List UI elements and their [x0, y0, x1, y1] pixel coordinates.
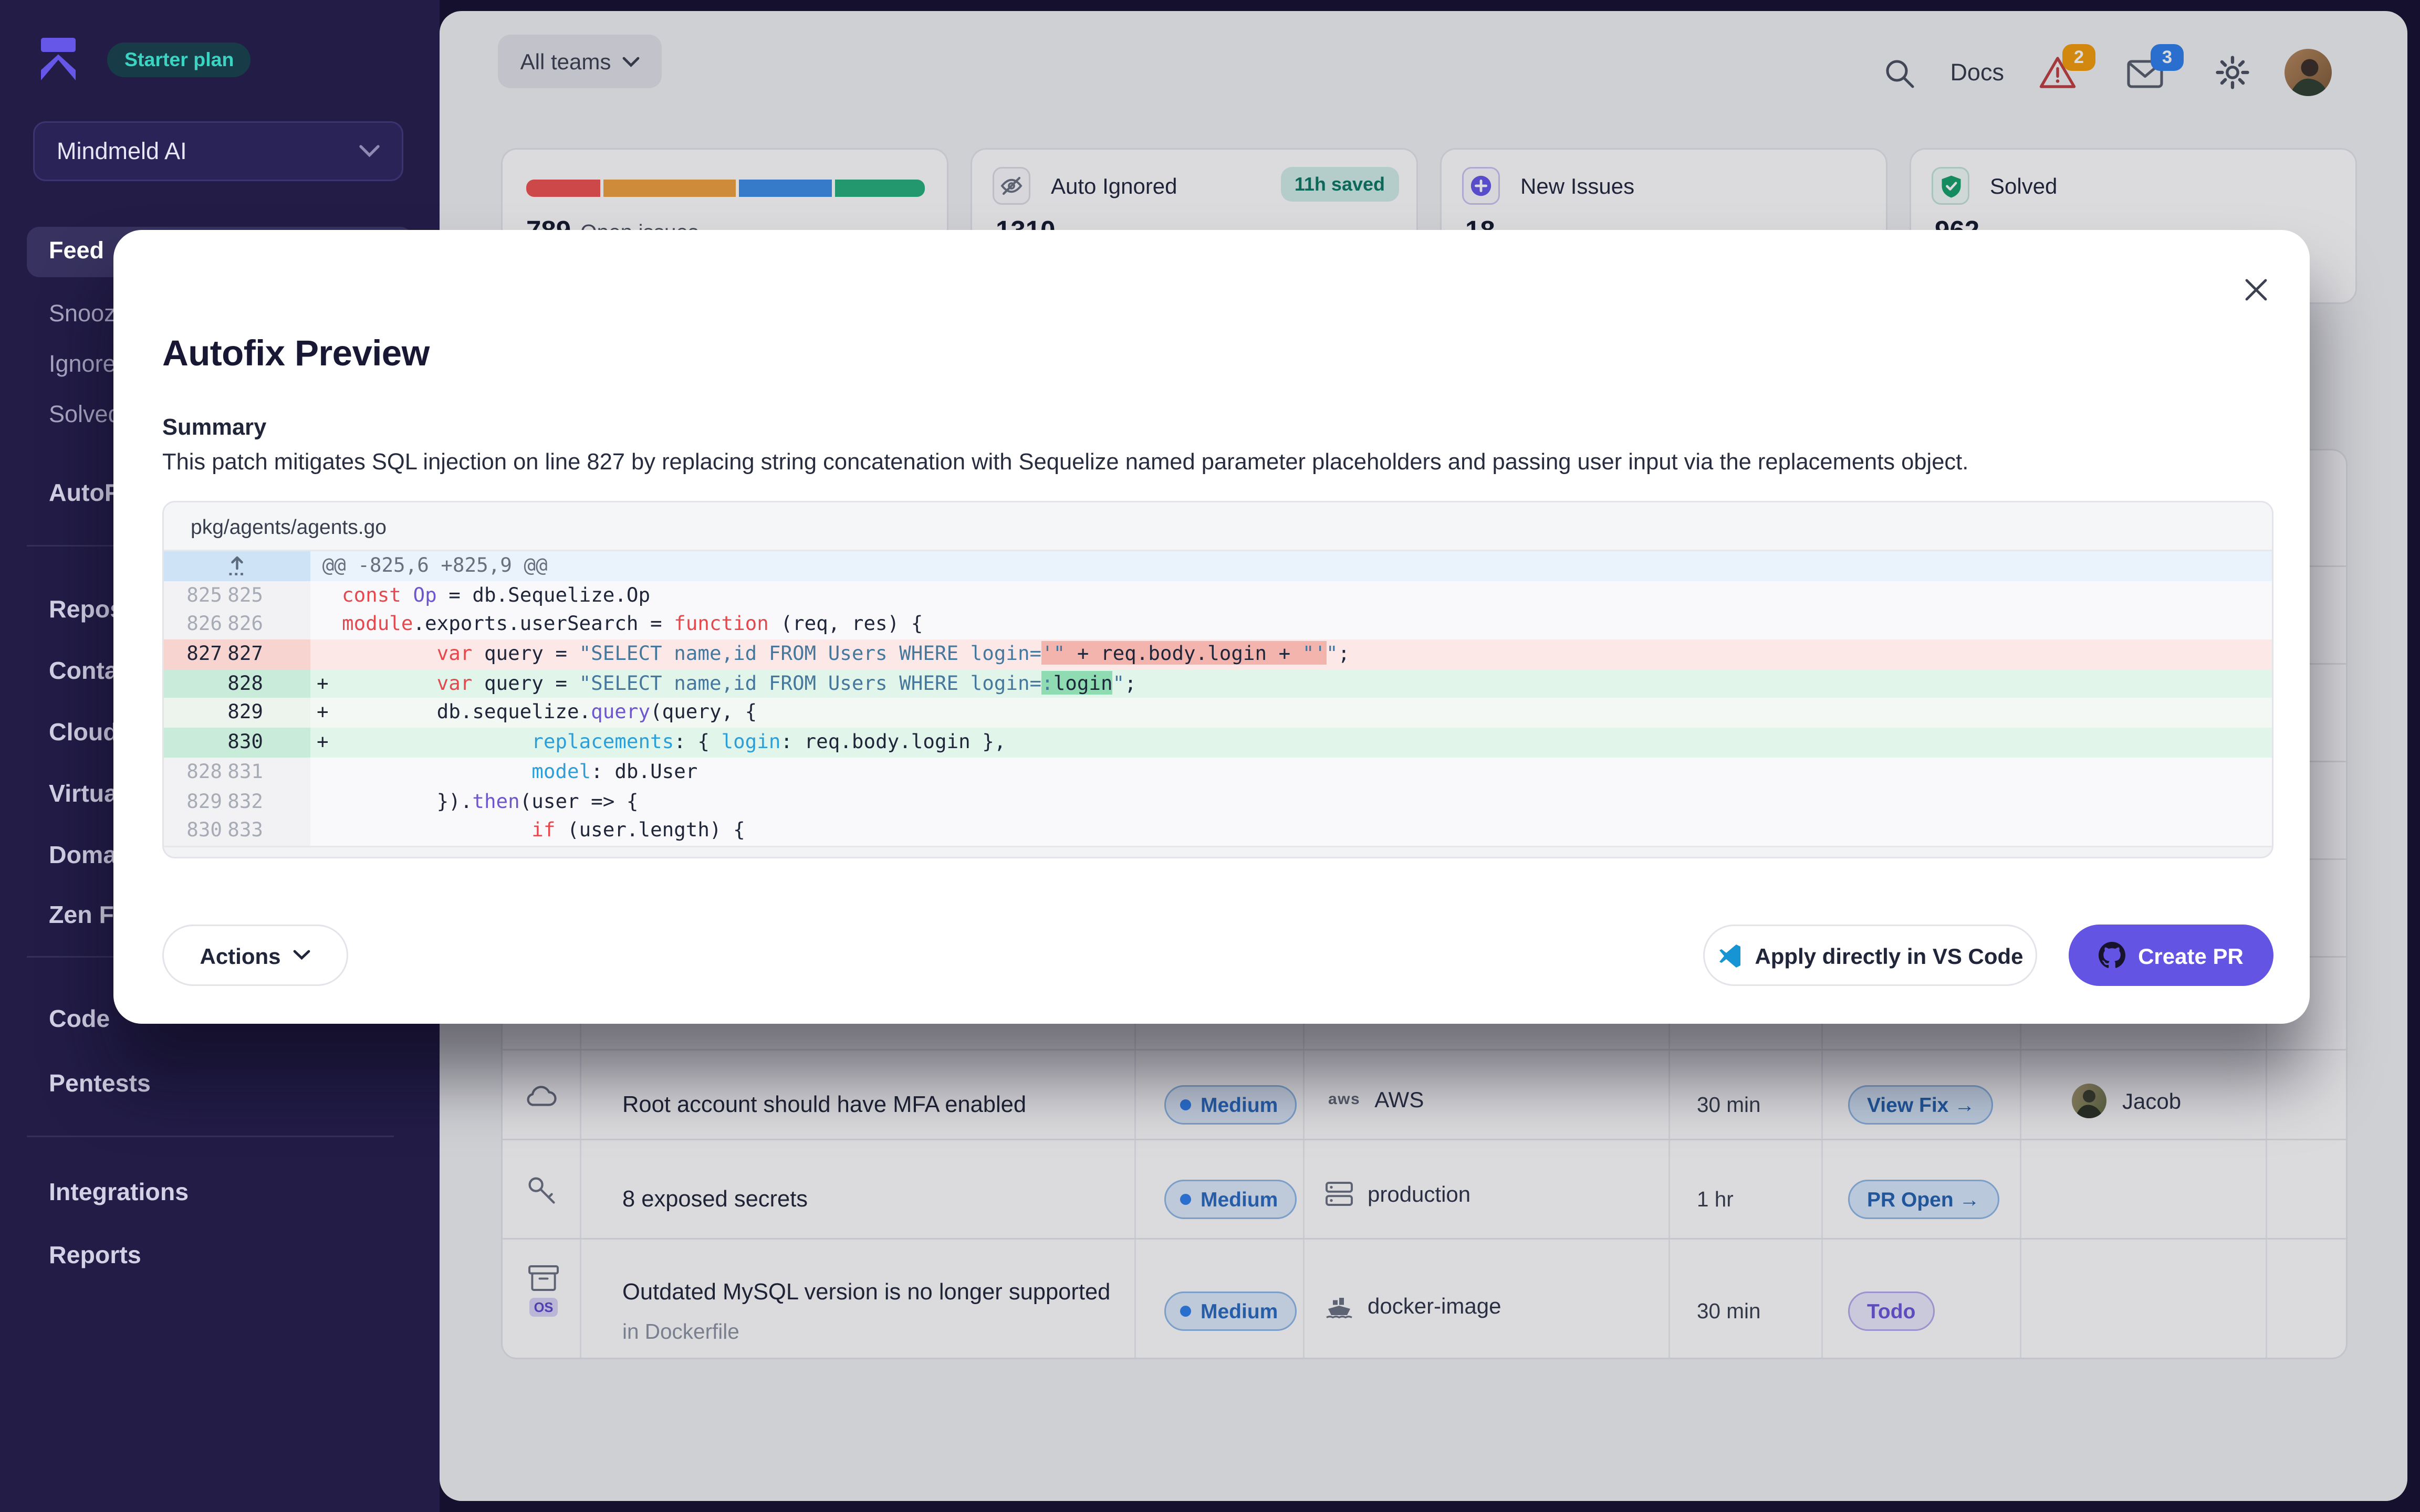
plan-badge: Starter plan: [107, 43, 251, 77]
new-issues-label: New Issues: [1520, 173, 1634, 198]
fix-time: 1 hr: [1697, 1188, 1734, 1211]
diff-line: 829832 }).then(user => {: [164, 787, 2272, 816]
alerts-button[interactable]: 2: [2039, 49, 2092, 96]
sidebar-item-integrations[interactable]: Integrations: [49, 1180, 189, 1208]
diff-line: 828+ var query = "SELECT name,id FROM Us…: [164, 669, 2272, 698]
gear-icon[interactable]: [2215, 55, 2250, 90]
sidebar-item-cloud[interactable]: Cloud: [49, 720, 118, 748]
solved-label: Solved: [1990, 173, 2057, 198]
assignee-cell: Jacob: [2072, 1084, 2181, 1118]
severity-badge: Medium: [1164, 1292, 1297, 1331]
screen: Starter plan Mindmeld AI FeedSnoozedIgno…: [0, 0, 2420, 1512]
github-icon: [2099, 942, 2125, 969]
summary-text: This patch mitigates SQL injection on li…: [162, 450, 2258, 476]
diff-line: 830+ replacements: { login: req.body.log…: [164, 728, 2272, 757]
assignee-avatar: [2072, 1084, 2106, 1118]
target-cell: docker-image: [1325, 1293, 1501, 1318]
diff-scrollbar-track[interactable]: [164, 846, 2272, 858]
autofix-preview-modal: Autofix Preview Summary This patch mitig…: [113, 230, 2310, 1024]
summary-heading: Summary: [162, 416, 266, 441]
team-filter-dropdown[interactable]: All teams: [498, 35, 662, 88]
diff-hunk-header: @@ -825,6 +825,9 @@: [164, 551, 2272, 581]
severity-badge: Medium: [1164, 1085, 1297, 1125]
diff-line: 825825const Op = db.Sequelize.Op: [164, 581, 2272, 610]
key-icon: [526, 1175, 558, 1206]
actions-label: Actions: [200, 943, 280, 968]
aws-icon: aws: [1328, 1091, 1360, 1108]
modal-title: Autofix Preview: [162, 332, 430, 375]
apply-vscode-button[interactable]: Apply directly in VS Code: [1703, 925, 2037, 986]
chevron-down-icon: [622, 56, 639, 67]
inbox-button[interactable]: 3: [2127, 49, 2181, 96]
view-fix-button[interactable]: View Fix →: [1848, 1085, 1994, 1125]
os-chip: OS: [529, 1298, 558, 1317]
target-cell: production: [1325, 1181, 1470, 1206]
severity-segment: [526, 180, 600, 197]
sidebar-divider: [27, 1136, 394, 1137]
fix-time: 30 min: [1697, 1299, 1761, 1323]
diff-lines: @@ -825,6 +825,9 @@825825const Op = db.S…: [164, 551, 2272, 846]
target-cell: aws AWS: [1328, 1087, 1424, 1112]
sidebar-item-reports[interactable]: Reports: [49, 1243, 141, 1271]
ship-icon: [1325, 1294, 1353, 1318]
file-name: pkg/agents/agents.go: [164, 502, 2272, 551]
inbox-count-badge: 3: [2151, 44, 2184, 71]
team-filter-label: All teams: [520, 49, 611, 74]
expand-diff-icon[interactable]: [227, 555, 247, 577]
eye-off-icon: [993, 167, 1030, 205]
app-logo-icon[interactable]: [41, 38, 76, 80]
topbar-actions: Docs 2 3: [1882, 38, 2332, 107]
severity-segment: [739, 180, 832, 197]
close-icon[interactable]: [2244, 277, 2269, 302]
sidebar-item-pentests[interactable]: Pentests: [49, 1071, 151, 1099]
auto-ignored-label: Auto Ignored: [1051, 173, 1177, 198]
issue-title: Root account should have MFA enabled: [622, 1093, 1026, 1118]
user-avatar[interactable]: [2285, 49, 2332, 96]
apply-vscode-label: Apply directly in VS Code: [1755, 943, 2023, 968]
sidebar-item-feed[interactable]: Feed: [49, 238, 104, 265]
avatar-portrait: [2285, 49, 2332, 96]
diff-line: 829+ db.sequelize.query(query, {: [164, 698, 2272, 728]
severity-segment: [603, 180, 736, 197]
diff-line: 828831 model: db.User: [164, 757, 2272, 786]
org-name: Mindmeld AI: [57, 138, 187, 165]
sidebar-item-code[interactable]: Code: [49, 1006, 110, 1035]
create-pr-button[interactable]: Create PR: [2069, 925, 2273, 986]
alert-count-badge: 2: [2062, 44, 2095, 71]
severity-distribution-bar: [526, 180, 925, 197]
org-selector[interactable]: Mindmeld AI: [33, 121, 403, 181]
cloud-icon: [525, 1084, 558, 1107]
diff-viewer: pkg/agents/agents.go @@ -825,6 +825,9 @@…: [162, 501, 2273, 858]
issue-title: 8 exposed secrets: [622, 1188, 808, 1213]
issue-subtitle: in Dockerfile: [622, 1320, 739, 1343]
severity-badge: Medium: [1164, 1180, 1297, 1219]
diff-line: 826826module.exports.userSearch = functi…: [164, 610, 2272, 639]
sidebar-item-solved[interactable]: Solved: [49, 402, 121, 428]
issue-title: Outdated MySQL version is no longer supp…: [622, 1280, 1110, 1306]
chevron-down-icon: [294, 950, 311, 961]
create-pr-label: Create PR: [2138, 943, 2244, 968]
plus-circle-icon: [1462, 167, 1500, 205]
diff-line: 830833 if (user.length) {: [164, 816, 2272, 846]
actions-dropdown[interactable]: Actions: [162, 925, 348, 986]
shield-check-icon: [1932, 167, 1969, 205]
os-package-icon: OS: [528, 1265, 559, 1317]
chevron-down-icon: [359, 145, 380, 158]
time-saved-badge: 11h saved: [1280, 167, 1399, 202]
pr-open-button[interactable]: PR Open →: [1848, 1180, 1999, 1219]
todo-badge[interactable]: Todo: [1848, 1292, 1934, 1331]
fix-time: 30 min: [1697, 1093, 1761, 1117]
assignee-name: Jacob: [2122, 1088, 2181, 1114]
vscode-icon: [1717, 943, 1742, 968]
severity-segment: [836, 180, 925, 197]
diff-line: 827827 var query = "SELECT name,id FROM …: [164, 639, 2272, 669]
docs-link[interactable]: Docs: [1950, 59, 2004, 86]
search-icon[interactable]: [1882, 56, 1915, 89]
server-icon: [1325, 1181, 1353, 1206]
